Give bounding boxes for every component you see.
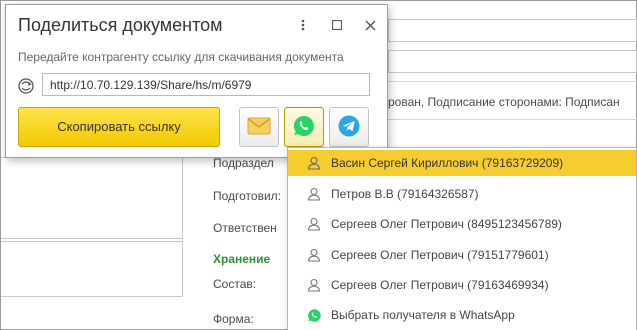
recipient-label: Сергеев Олег Петрович (79151779601) (331, 248, 549, 262)
person-icon (306, 155, 322, 171)
copy-link-button[interactable]: Скопировать ссылку (18, 107, 220, 147)
composition-label: Состав: (213, 277, 257, 291)
envelope-icon (247, 117, 271, 138)
recipient-label: Выбрать получателя в WhatsApp (331, 308, 515, 322)
recipient-item[interactable]: Петров В.В (79164326587) (288, 181, 636, 207)
choose-whatsapp-recipient-item[interactable]: Выбрать получателя в WhatsApp (288, 302, 636, 328)
dialog-subtitle: Передайте контрагенту ссылку для скачива… (18, 50, 344, 64)
close-icon[interactable] (361, 16, 379, 34)
whatsapp-icon (292, 114, 316, 141)
recipients-dropdown: Васин Сергей Кириллович (79163729209) Пе… (287, 147, 637, 330)
share-dialog: Поделиться документом Передайте контраге… (5, 4, 388, 158)
more-icon[interactable] (294, 16, 312, 34)
person-icon (306, 247, 322, 263)
link-input[interactable] (42, 73, 370, 96)
responsible-label: Ответствен (213, 221, 277, 235)
person-icon (306, 216, 322, 232)
recipient-label: Петров В.В (79164326587) (331, 187, 479, 201)
person-icon (306, 277, 322, 293)
bg-field-second[interactable] (388, 50, 637, 73)
left-panel-lower (1, 241, 183, 297)
whatsapp-share-button[interactable] (284, 107, 324, 147)
person-icon (306, 186, 322, 202)
dialog-title: Поделиться документом (18, 15, 223, 35)
department-label: Подраздел (213, 156, 274, 170)
document-window: рован, Подписание сторонами: Подписан По… (0, 0, 637, 330)
left-panel (1, 157, 183, 239)
recipient-label: Сергеев Олег Петрович (8495123456789) (331, 217, 562, 231)
telegram-share-button[interactable] (329, 107, 369, 147)
telegram-icon (337, 114, 361, 141)
divider (388, 81, 637, 82)
recipient-item[interactable]: Сергеев Олег Петрович (8495123456789) (288, 211, 636, 237)
recipient-item[interactable]: Васин Сергей Кириллович (79163729209) (288, 150, 636, 176)
prepared-label: Подготовил: (213, 189, 282, 203)
recipient-item[interactable]: Сергеев Олег Петрович (79151779601) (288, 242, 636, 268)
recipient-label: Васин Сергей Кириллович (79163729209) (331, 156, 564, 170)
divider (388, 119, 637, 120)
form-label: Форма: (213, 312, 254, 326)
email-share-button[interactable] (239, 107, 279, 147)
whatsapp-icon (306, 307, 322, 323)
maximize-icon[interactable] (328, 16, 346, 34)
bg-field-top[interactable] (388, 19, 637, 42)
status-text: рован, Подписание сторонами: Подписан (388, 95, 620, 109)
storage-heading: Хранение (213, 252, 271, 266)
link-icon (17, 77, 35, 95)
recipient-label: Сергеев Олег Петрович (79163469934) (331, 278, 549, 292)
recipient-item[interactable]: Сергеев Олег Петрович (79163469934) (288, 272, 636, 298)
